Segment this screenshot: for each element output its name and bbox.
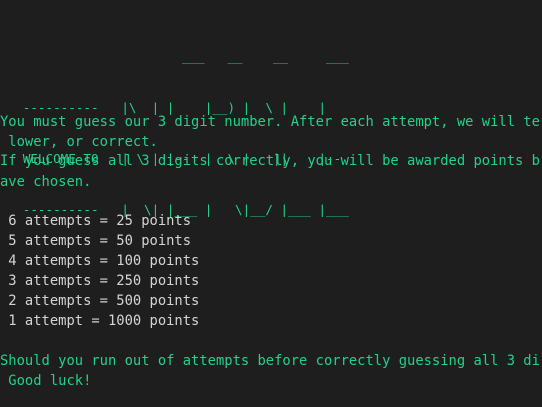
terminal-output: ___ __ __ ___ ---------- |\ | | |__) | \… — [0, 0, 542, 407]
intro-line: lower, or correct. — [0, 134, 158, 150]
banner-line: ___ __ __ ___ — [0, 49, 349, 64]
points-row: 5 attempts = 50 points — [0, 233, 192, 249]
points-row: 4 attempts = 100 points — [0, 253, 200, 269]
intro-line: ave chosen. — [0, 174, 92, 190]
points-row: 6 attempts = 25 points — [0, 213, 192, 229]
points-row: 2 attempts = 500 points — [0, 293, 200, 309]
points-row: 1 attempt = 1000 points — [0, 313, 200, 329]
outro-line: Good luck! — [0, 373, 92, 389]
intro-line: You must guess our 3 digit number. After… — [0, 114, 540, 130]
points-row: 3 attempts = 250 points — [0, 273, 200, 289]
outro-line: Should you run out of attempts before co… — [0, 353, 540, 369]
intro-line: If you guess all 3 digits correctly, you… — [0, 153, 540, 169]
